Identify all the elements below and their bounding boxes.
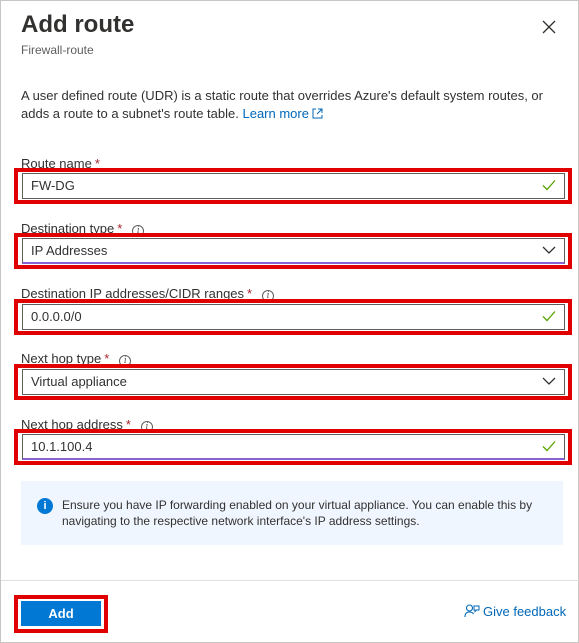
info-message-text: Ensure you have IP forwarding enabled on…	[62, 498, 533, 528]
external-link-icon	[312, 108, 323, 119]
info-icon: i	[37, 498, 53, 514]
page-subtitle: Firewall-route	[21, 43, 94, 57]
info-message-box: i Ensure you have IP forwarding enabled …	[21, 481, 563, 545]
checkmark-icon	[542, 180, 556, 191]
learn-more-link[interactable]: Learn more	[242, 106, 323, 121]
next-hop-type-select[interactable]: Virtual appliance	[22, 369, 565, 395]
page-title: Add route	[21, 11, 135, 38]
footer-divider	[1, 580, 579, 581]
close-button[interactable]	[537, 15, 561, 39]
add-button[interactable]: Add	[21, 601, 101, 626]
give-feedback-link[interactable]: Give feedback	[464, 603, 566, 619]
description: A user defined route (UDR) is a static r…	[21, 87, 561, 123]
add-route-panel: Add route Firewall-route A user defined …	[0, 0, 579, 643]
route-name-input[interactable]: FW-DG	[22, 173, 565, 199]
feedback-icon	[464, 604, 480, 618]
destination-ip-input[interactable]: 0.0.0.0/0	[22, 304, 565, 330]
next-hop-address-input[interactable]: 10.1.100.4	[22, 434, 565, 460]
chevron-down-icon	[542, 377, 556, 385]
checkmark-icon	[542, 311, 556, 322]
close-icon	[542, 20, 556, 34]
chevron-down-icon	[542, 246, 556, 254]
destination-type-select[interactable]: IP Addresses	[22, 238, 565, 264]
checkmark-icon	[542, 441, 556, 452]
